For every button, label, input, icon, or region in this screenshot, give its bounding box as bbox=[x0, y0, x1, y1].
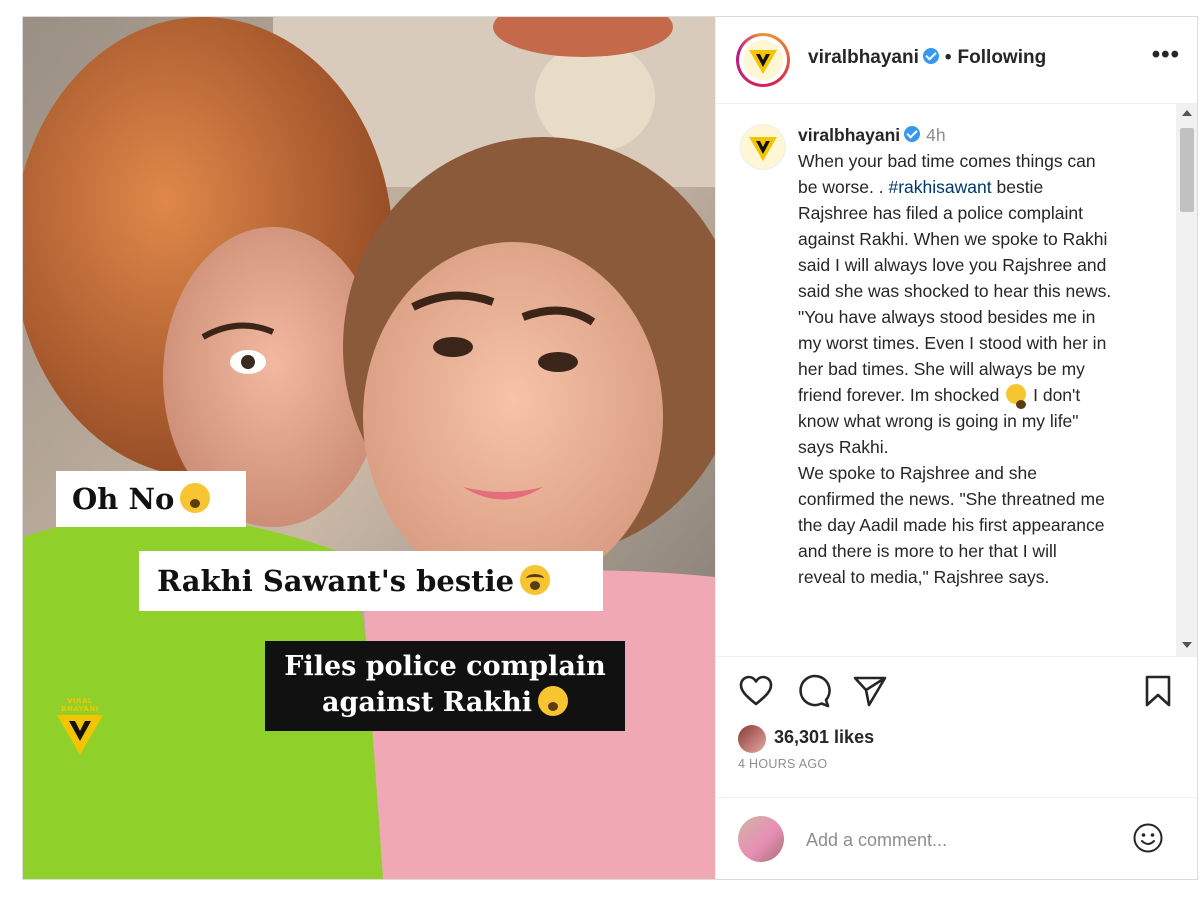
caption-line: be worse. . bbox=[798, 177, 884, 197]
more-options-icon[interactable]: ••• bbox=[1152, 41, 1180, 69]
post-header: viralbhayani • Following ••• bbox=[716, 17, 1197, 104]
photo-eye-right-a bbox=[433, 337, 473, 357]
likes-count[interactable]: 36,301 likes bbox=[774, 727, 874, 748]
caption-line: said I will always love you Rajshree and bbox=[798, 255, 1107, 275]
comment-time[interactable]: 4h bbox=[926, 125, 945, 145]
scroll-up-arrow-icon[interactable] bbox=[1182, 110, 1192, 116]
caption-line: the day Aadil made his first appearance bbox=[798, 515, 1105, 535]
caption-line: We spoke to Rajshree and she bbox=[798, 463, 1037, 483]
caption3-line1: Files police complain bbox=[284, 651, 606, 682]
post-media[interactable]: Oh No Rakhi Sawant's bestie Files police… bbox=[23, 17, 715, 879]
share-icon[interactable] bbox=[852, 673, 888, 709]
header-username[interactable]: viralbhayani bbox=[808, 47, 919, 68]
caption1-text: Oh No bbox=[72, 482, 175, 516]
caption-line: against Rakhi. When we spoke to Rakhi bbox=[798, 229, 1108, 249]
caption-line: reveal to media," Rajshree says. bbox=[798, 567, 1050, 587]
post-side-panel: viralbhayani • Following ••• viralbhayani 4… bbox=[715, 17, 1197, 879]
comment-username[interactable]: viralbhayani bbox=[798, 125, 900, 145]
caption-line: says Rakhi. bbox=[798, 437, 889, 457]
comment-icon[interactable] bbox=[796, 673, 832, 709]
caption-comment: viralbhayani 4h When your bad time comes … bbox=[798, 122, 1166, 590]
following-button[interactable]: Following bbox=[958, 47, 1047, 68]
overlay-caption-complaint: Files police complain against Rakhi bbox=[265, 641, 625, 731]
caption-line: confirmed the news. "She threatned me bbox=[798, 489, 1105, 509]
current-user-avatar bbox=[738, 816, 784, 862]
post-timestamp[interactable]: 4 HOURS AGO bbox=[738, 757, 827, 771]
caption-line: said she was shocked to hear this news. bbox=[798, 281, 1112, 301]
comment-avatar[interactable] bbox=[740, 124, 786, 170]
photo-eye-right-b bbox=[538, 352, 578, 372]
post-actions bbox=[716, 657, 1197, 717]
caption-line: "You have always stood besides me in bbox=[798, 307, 1096, 327]
caption-line: When your bad time comes things can bbox=[798, 151, 1096, 171]
header-separator: • bbox=[944, 47, 952, 68]
post-modal: Oh No Rakhi Sawant's bestie Files police… bbox=[22, 16, 1198, 880]
comments-scrollbar[interactable] bbox=[1176, 104, 1197, 656]
verified-badge-icon bbox=[922, 47, 939, 64]
astonished-emoji-icon bbox=[1006, 384, 1027, 410]
scrollbar-thumb[interactable] bbox=[1180, 128, 1194, 212]
photo-pupil-left bbox=[241, 355, 255, 369]
caption-line: friend forever. Im shocked bbox=[798, 385, 1000, 405]
scream-emoji-icon bbox=[180, 483, 211, 513]
bookmark-icon[interactable] bbox=[1140, 673, 1176, 709]
caption-line: know what wrong is going in my life" bbox=[798, 411, 1079, 431]
profile-avatar[interactable] bbox=[736, 33, 790, 87]
caption-line: and there is more to her that I will bbox=[798, 541, 1057, 561]
add-comment-bar bbox=[716, 797, 1197, 879]
viral-bhayani-logo-icon bbox=[749, 50, 777, 74]
caption-text: bestie bbox=[996, 177, 1044, 197]
photo-face-right bbox=[363, 242, 663, 592]
viral-bhayani-logo-icon bbox=[749, 137, 777, 161]
post-photo bbox=[23, 17, 715, 879]
header-user-line: viralbhayani • Following bbox=[808, 47, 1046, 69]
heart-icon[interactable] bbox=[738, 673, 774, 709]
caption-line: Rajshree has filed a police complaint bbox=[798, 203, 1084, 223]
watermark-text: VIRAL BHAYANI bbox=[61, 697, 99, 713]
overlay-caption-bestie: Rakhi Sawant's bestie bbox=[139, 551, 603, 611]
flushed-emoji-icon bbox=[520, 565, 551, 595]
caption-line: her bad times. She will always be my bbox=[798, 359, 1085, 379]
caption3-line2: against Rakhi bbox=[322, 687, 532, 718]
scroll-down-arrow-icon[interactable] bbox=[1182, 642, 1192, 648]
watermark-logo: VIRAL BHAYANI bbox=[51, 697, 109, 757]
comments-section: viralbhayani 4h When your bad time comes … bbox=[716, 104, 1197, 657]
overlay-caption-oh-no: Oh No bbox=[56, 471, 246, 527]
hashtag-link[interactable]: #rakhisawant bbox=[888, 177, 991, 197]
caption-line: I don't bbox=[1033, 385, 1081, 405]
liker-avatar[interactable] bbox=[738, 725, 766, 753]
caption2-text: Rakhi Sawant's bestie bbox=[157, 564, 515, 598]
photo-dog bbox=[535, 42, 655, 152]
verified-badge-icon bbox=[904, 126, 921, 143]
add-comment-input[interactable] bbox=[804, 826, 1108, 854]
caption-line: my worst times. Even I stood with her in bbox=[798, 333, 1107, 353]
scream-emoji-icon bbox=[537, 685, 568, 716]
emoji-picker-icon[interactable] bbox=[1132, 822, 1164, 854]
